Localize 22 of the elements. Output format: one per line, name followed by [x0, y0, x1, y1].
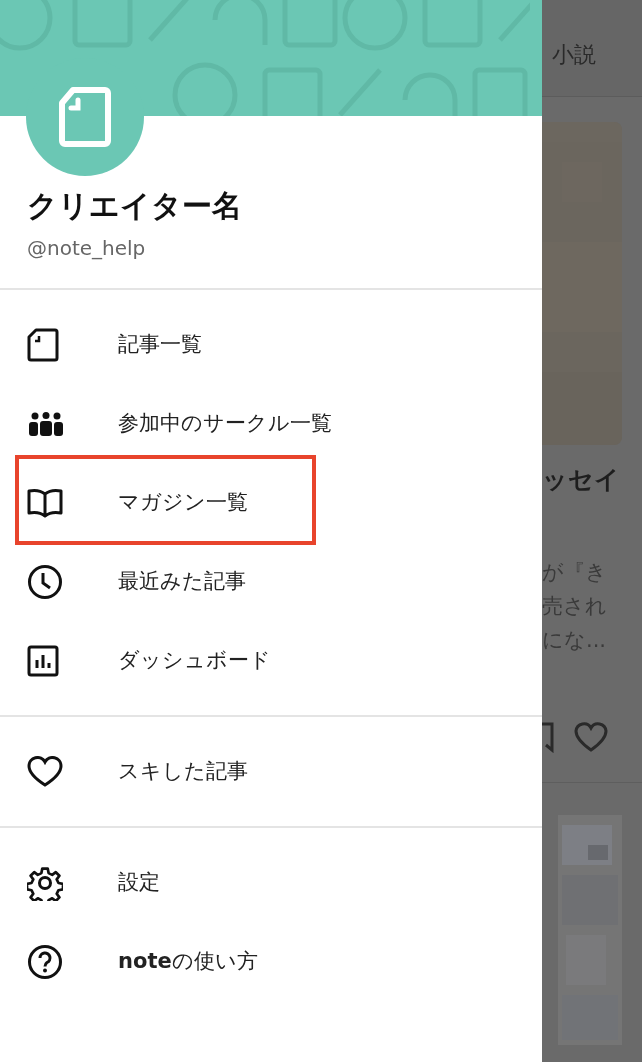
menu-item[interactable]: 設定 [0, 853, 160, 912]
menu-item[interactable]: スキした記事 [0, 742, 248, 801]
clock-icon [27, 563, 63, 600]
menu-item[interactable]: 参加中のサークル一覧 [0, 394, 332, 453]
people-icon [27, 411, 65, 436]
creator-name: クリエイター名 [27, 187, 243, 225]
menu-item[interactable]: 最近みた記事 [0, 552, 246, 611]
menu-item[interactable]: 記事一覧 [0, 315, 202, 374]
settings-icon [27, 864, 63, 901]
creator-handle: @note_help [27, 235, 147, 262]
document-icon [27, 327, 59, 362]
chart-icon [27, 644, 59, 677]
menu-item[interactable]: ダッシュボード [0, 631, 271, 690]
heart-icon [27, 755, 63, 788]
menu-item[interactable]: マガジン一覧 [0, 473, 248, 532]
document-icon [59, 87, 111, 147]
card-title: ッセイ [542, 465, 621, 495]
help-icon [27, 943, 63, 980]
heart-icon[interactable] [574, 722, 608, 752]
menu-item[interactable]: noteの使い方 [0, 932, 258, 991]
bookmark-icon[interactable] [542, 721, 554, 753]
book-icon [27, 487, 63, 518]
